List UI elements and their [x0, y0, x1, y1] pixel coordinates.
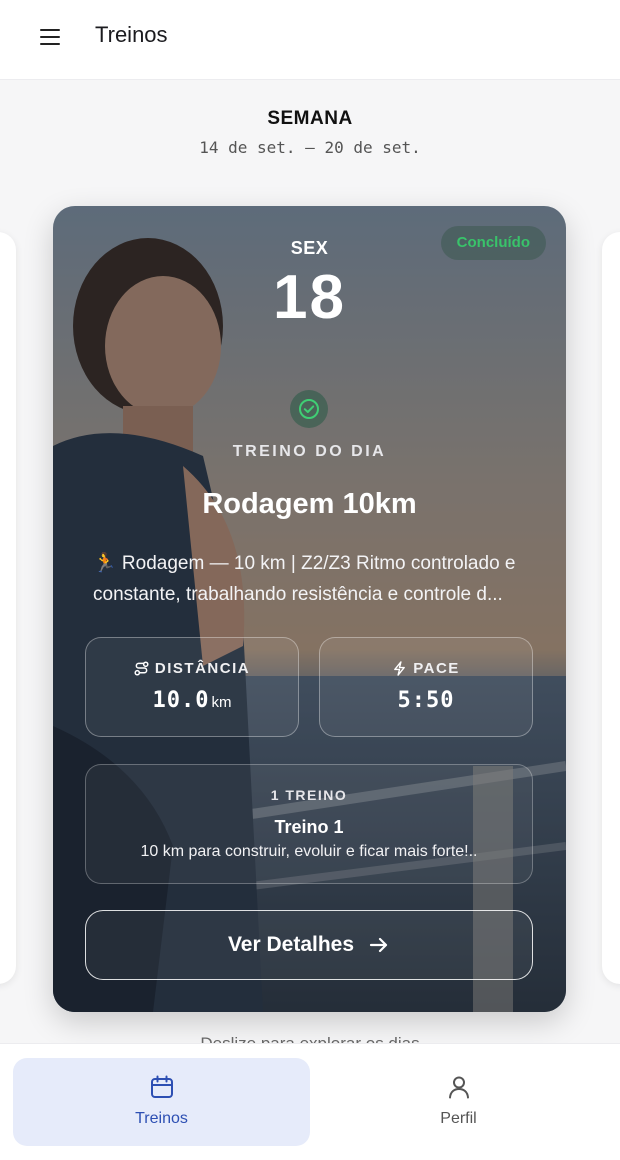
check-circle-icon [290, 390, 328, 428]
week-range: 14 de set. — 20 de set. [199, 138, 421, 157]
workout-title: Rodagem 10km [202, 488, 417, 520]
next-day-card[interactable] [602, 232, 620, 984]
distance-value: 10.0 [152, 688, 210, 713]
previous-day-card[interactable] [0, 232, 16, 984]
plan-count: 1 TREINO [270, 787, 348, 803]
distance-label: DISTÂNCIA [154, 660, 251, 677]
arrow-right-icon [369, 937, 388, 953]
plan-description: 10 km para construir, evoluir e ficar ma… [140, 843, 478, 860]
nav-perfil[interactable]: Perfil [310, 1058, 607, 1146]
page-title: Treinos [95, 22, 168, 47]
week-label: SEMANA [267, 108, 353, 129]
workout-plan-summary: 1 TREINO Treino 1 10 km para construir, … [85, 764, 533, 884]
pace-label: PACE [413, 660, 460, 677]
distance-unit: km [211, 694, 232, 711]
distance-stat: DISTÂNCIA 10.0 km [85, 637, 299, 737]
pace-stat: PACE 5:50 [319, 637, 533, 737]
nav-treinos[interactable]: Treinos [13, 1058, 310, 1146]
plan-name: Treino 1 [274, 817, 344, 837]
section-label: TREINO DO DIA [232, 443, 387, 460]
bottom-navigation: Treinos Perfil [0, 1043, 620, 1160]
pace-value: 5:50 [397, 688, 455, 713]
workout-description: 🏃 Rodagem — 10 km | Z2/Z3 Ritmo controla… [93, 553, 516, 605]
hamburger-menu-icon[interactable] [38, 26, 62, 48]
route-icon [134, 661, 149, 676]
user-icon [448, 1076, 469, 1099]
view-details-label: Ver Detalhes [227, 933, 355, 956]
lightning-icon [394, 661, 406, 676]
day-name: SEX [290, 238, 329, 258]
nav-perfil-label: Perfil [440, 1110, 477, 1127]
day-number: 18 [273, 263, 346, 332]
app-header: Treinos [0, 0, 620, 80]
calendar-icon [150, 1075, 173, 1098]
nav-treinos-label: Treinos [135, 1110, 188, 1127]
view-details-button[interactable]: Ver Detalhes [85, 910, 533, 980]
day-workout-card[interactable]: Concluído SEX 18 TREINO DO DIA Rodagem 1… [53, 206, 566, 1012]
